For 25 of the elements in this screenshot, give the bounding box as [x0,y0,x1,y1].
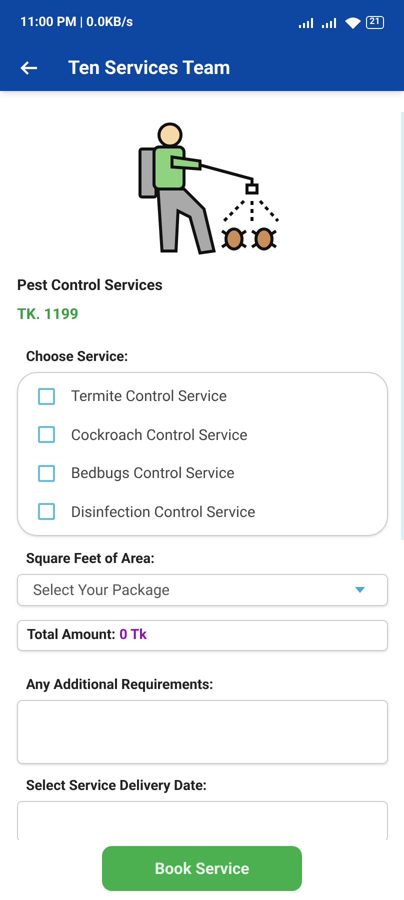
checkbox[interactable] [38,388,55,405]
checkbox[interactable] [38,503,55,520]
checkbox[interactable] [38,464,55,482]
option-label: Disinfection Control Service [71,502,256,522]
total-label: Total Amount: [27,626,116,645]
section-label: Any Additional Requirements: [26,676,214,696]
battery-indicator: 21 [366,16,384,29]
section-label: Square Feet of Area: [26,550,156,569]
requirements-field[interactable] [17,700,388,764]
option-label: Bedbugs Control Service [71,463,234,484]
back-arrow-icon[interactable] [20,60,38,76]
app-title: Ten Services Team [68,54,230,81]
section-label: Select Service Delivery Date: [26,776,208,796]
package-dropdown[interactable]: Select Your Package [17,574,388,606]
section-label: Choose Service: [26,348,130,367]
dropdown-caret-icon [355,586,365,593]
checkbox[interactable] [38,426,55,444]
dropdown-placeholder: Select Your Package [33,580,170,601]
option-label: Termite Control Service [71,386,227,407]
total-value: 0 Tk [119,626,147,645]
status-time: 11:00 PM | 0.0KB/s [20,14,133,32]
wifi-icon [344,16,361,28]
service-name: Pest Control Services [17,275,164,296]
option-label: Cockroach Control Service [71,424,248,446]
service-price: TK. 1199 [17,304,80,324]
